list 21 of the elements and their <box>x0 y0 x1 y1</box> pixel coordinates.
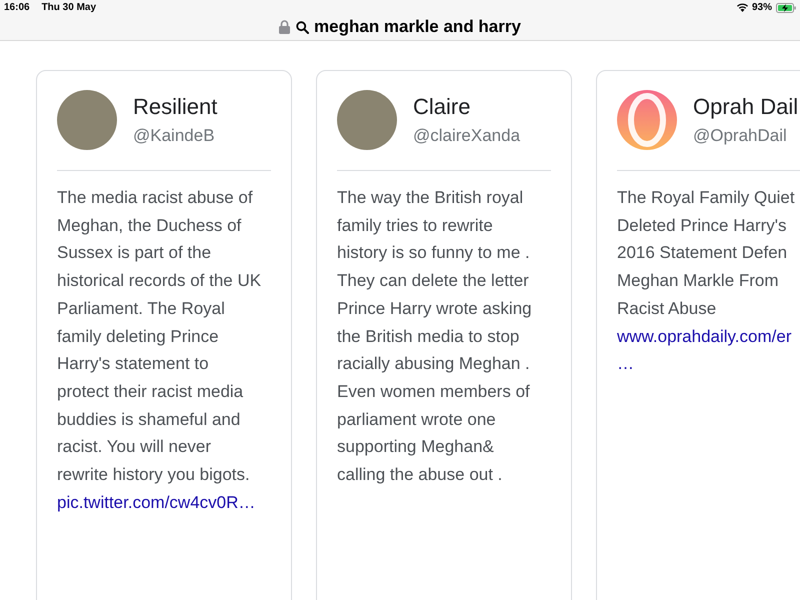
author-handle: @claireXanda <box>413 126 520 146</box>
tweet-link[interactable]: pic.twitter.com/cw4cv0R… <box>57 488 271 516</box>
status-date: Thu 30 May <box>42 1 96 15</box>
logo-avatar-icon <box>617 90 677 150</box>
author-handle: @OprahDail <box>693 126 788 146</box>
tweet-text: The way the British royal family tries to rewrite history is so funny to me . They can delete the letter Prince Harry wrote asking the British media to stop racially abusing Meghan . Even women members of parliament wrote one supporting Meghan& calling the abuse out . <box>337 187 533 486</box>
author-name: Oprah Dail <box>693 94 798 120</box>
address-field[interactable]: meghan markle and harry <box>296 14 521 40</box>
author-handle: @KaindeB <box>133 126 216 146</box>
tweet-text: The media racist abuse of Meghan, the Duchess of Sussex is part of the historical records of the UK Parliament. The Royal family deleting Prince Harry's statement to protect their racist media buddies is shameful and racist. You will never rewrite history you bigots. <box>57 187 262 486</box>
lock-icon <box>279 20 290 34</box>
battery-percent: 93% <box>752 1 772 15</box>
wifi-icon <box>736 3 748 12</box>
status-time: 16:06 <box>4 1 30 15</box>
battery-charging-icon <box>776 2 796 12</box>
search-icon <box>296 20 310 34</box>
more-link[interactable]: … <box>617 350 800 378</box>
tweet-text: The Royal Family Quiet Deleted Prince Harry's 2016 Statement Defen Meghan Markle From Racist Abuse <box>617 187 796 320</box>
author-name: Resilient <box>133 94 218 120</box>
tweet-link[interactable]: www.oprahdaily.com/er <box>617 322 800 350</box>
author-name: Claire <box>413 94 472 120</box>
